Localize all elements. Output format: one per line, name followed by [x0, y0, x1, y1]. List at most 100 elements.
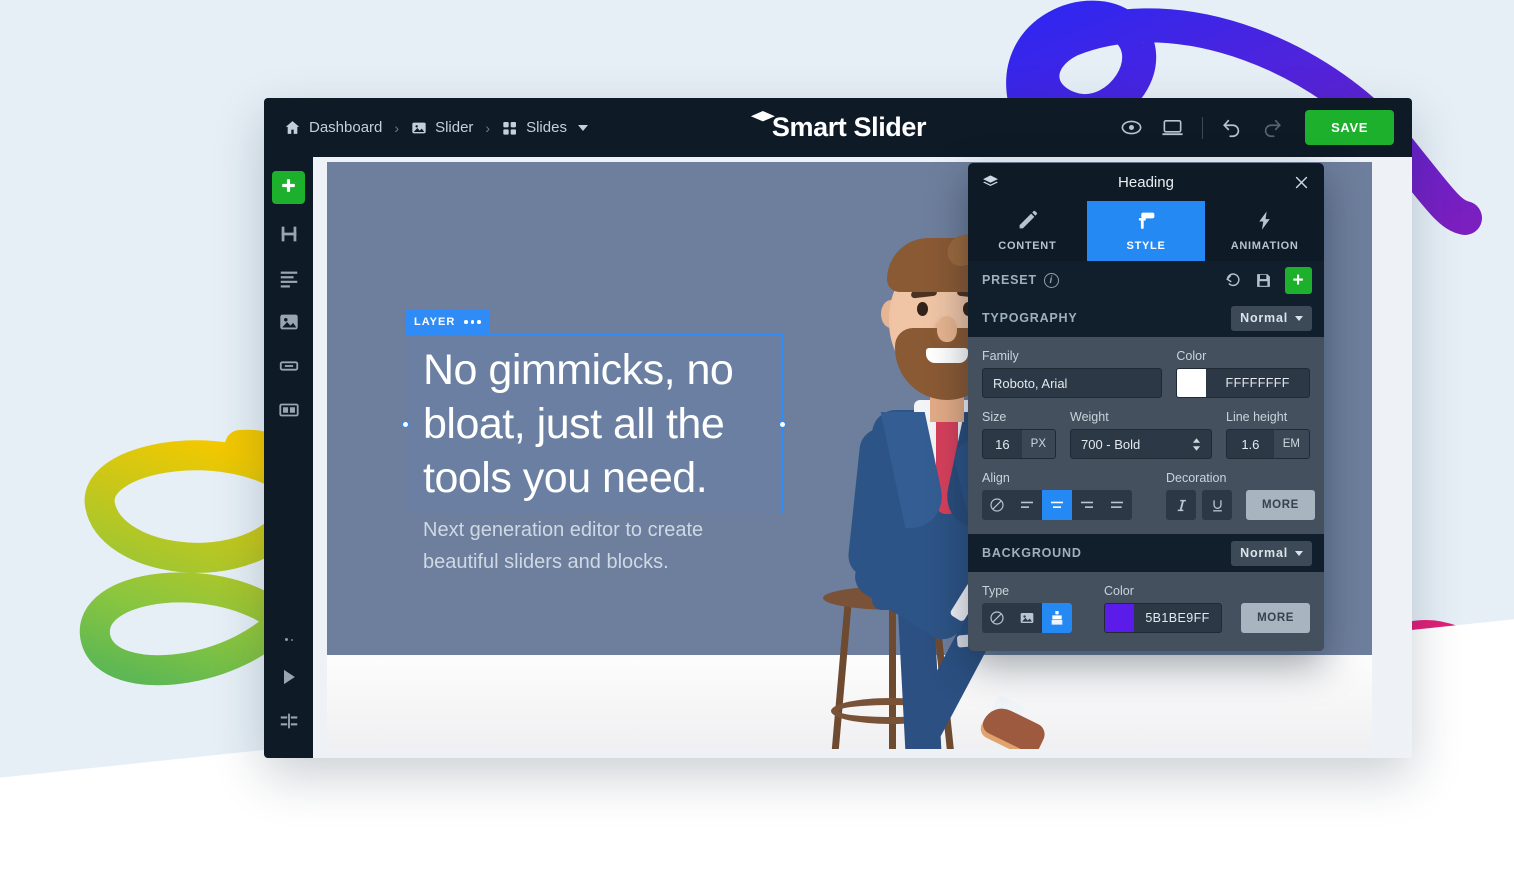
background-state-dropdown[interactable]: Normal — [1231, 540, 1312, 566]
background-type-group: Type — [982, 584, 1072, 633]
breadcrumb-item-dashboard[interactable]: Dashboard — [284, 119, 382, 136]
bg-none-button[interactable] — [982, 603, 1012, 633]
bg-color-button[interactable] — [1042, 603, 1072, 633]
background-color-input[interactable]: 5B1BE9FF — [1104, 603, 1222, 633]
play-icon — [279, 667, 299, 692]
rail-item-button-layer[interactable] — [272, 352, 305, 385]
lineheight-field-group: Line height 1.6 EM — [1226, 410, 1310, 459]
align-right-button[interactable] — [1072, 490, 1102, 520]
character-mouth — [926, 348, 968, 363]
bolt-icon — [1254, 210, 1275, 234]
family-input[interactable]: Roboto, Arial — [982, 368, 1163, 398]
layers-icon[interactable] — [982, 174, 999, 191]
add-preset-button[interactable]: + — [1285, 266, 1312, 294]
section-typography-header: TYPOGRAPHY Normal — [968, 299, 1324, 337]
tab-content[interactable]: CONTENT — [968, 201, 1087, 261]
align-justify-button[interactable] — [1102, 490, 1132, 520]
family-field-group: Family Roboto, Arial — [982, 349, 1163, 398]
columns-icon — [278, 399, 300, 426]
button-icon — [278, 355, 300, 382]
align-none-button[interactable] — [982, 490, 1012, 520]
logo-text: Smart Slider — [771, 112, 927, 142]
family-label: Family — [982, 349, 1019, 363]
rail-item-heading-layer[interactable] — [272, 220, 305, 253]
dots-icon[interactable] — [464, 320, 481, 324]
slide-subheadline[interactable]: Next generation editor to create beautif… — [423, 514, 783, 578]
resize-handle-right[interactable] — [779, 421, 786, 428]
section-background-header: BACKGROUND Normal — [968, 534, 1324, 572]
undo-icon[interactable] — [1221, 117, 1243, 139]
breadcrumb-item-slides[interactable]: Slides — [502, 119, 588, 136]
color-swatch[interactable] — [1177, 369, 1207, 397]
typography-more-button[interactable]: MORE — [1246, 490, 1315, 520]
layer-badge[interactable]: LAYER — [405, 310, 490, 334]
rail-item-row-layer[interactable] — [272, 396, 305, 429]
typography-color-input[interactable]: FFFFFFFF — [1176, 368, 1310, 398]
heading-icon — [278, 223, 300, 250]
dot — [464, 320, 468, 324]
grid-icon — [502, 120, 518, 136]
home-icon — [284, 119, 301, 136]
section-title: TYPOGRAPHY — [982, 311, 1078, 325]
slide-headline[interactable]: No gimmicks, no bloat, just all the tool… — [423, 344, 773, 505]
plus-icon — [279, 176, 298, 200]
image-icon — [278, 311, 300, 338]
rail-item-timeline[interactable] — [272, 707, 305, 740]
floppy-disk-icon[interactable] — [1255, 272, 1272, 289]
dot — [477, 320, 481, 324]
rail-item-image-layer[interactable] — [272, 308, 305, 341]
top-bar: Dashboard › Slider › Slides Smart Slider… — [264, 98, 1412, 157]
align-left-button[interactable] — [1012, 490, 1042, 520]
chevron-down-icon — [1295, 315, 1303, 321]
close-icon[interactable] — [1293, 174, 1310, 191]
breadcrumb-item-slider[interactable]: Slider — [411, 119, 473, 136]
tab-style[interactable]: STYLE — [1086, 201, 1206, 261]
section-title: BACKGROUND — [982, 546, 1082, 560]
image-icon — [411, 120, 427, 136]
weight-value: 700 - Bold — [1081, 436, 1141, 452]
breadcrumb-label: Slides — [526, 119, 567, 136]
section-background-body: Type Color 5B1BE9FF MORE — [968, 572, 1324, 651]
save-button[interactable]: SAVE — [1305, 110, 1394, 145]
tab-label: STYLE — [1126, 240, 1166, 252]
stool-leg — [824, 598, 853, 749]
breadcrumb-separator: › — [485, 119, 491, 136]
desktop-icon[interactable] — [1161, 116, 1184, 139]
info-icon[interactable]: i — [1043, 272, 1059, 288]
breadcrumb-label: Dashboard — [309, 119, 383, 136]
color-hex-value: FFFFFFFF — [1225, 376, 1290, 390]
bg-image-button[interactable] — [1012, 603, 1042, 633]
size-unit[interactable]: PX — [1021, 430, 1055, 458]
dot — [470, 320, 475, 324]
typography-color-group: Color FFFFFFFF — [1176, 349, 1310, 398]
tab-animation[interactable]: ANIMATION — [1205, 201, 1324, 261]
paint-roller-icon — [1136, 210, 1157, 234]
lineheight-input[interactable]: 1.6 EM — [1226, 429, 1310, 459]
eye-icon[interactable] — [1120, 116, 1143, 139]
chevron-down-icon — [1295, 550, 1303, 556]
color-hex-value: 5B1BE9FF — [1145, 611, 1210, 625]
rail-item-more-options[interactable] — [284, 638, 293, 641]
rail-item-play-preview[interactable] — [272, 663, 305, 696]
underline-button[interactable] — [1202, 490, 1232, 520]
size-input[interactable]: 16 PX — [982, 429, 1056, 459]
background-more-button[interactable]: MORE — [1241, 603, 1310, 633]
weight-select[interactable]: 700 - Bold — [1070, 429, 1212, 459]
section-title: PRESET — [982, 273, 1037, 287]
rail-item-add-layer[interactable] — [272, 171, 305, 204]
character-eye — [917, 302, 928, 316]
timeline-icon — [278, 710, 300, 737]
align-center-button[interactable] — [1042, 490, 1072, 520]
type-label: Type — [982, 584, 1010, 598]
reset-icon[interactable] — [1224, 271, 1242, 289]
section-typography-body: Family Roboto, Arial Color FFFFFFFF Size… — [968, 337, 1324, 534]
typography-state-dropdown[interactable]: Normal — [1231, 305, 1312, 331]
app-logo: Smart Slider — [750, 111, 927, 143]
color-swatch[interactable] — [1105, 604, 1134, 632]
rail-item-text-layer[interactable] — [272, 264, 305, 297]
state-label: Normal — [1240, 546, 1288, 560]
italic-button[interactable] — [1166, 490, 1196, 520]
resize-handle-left[interactable] — [402, 421, 409, 428]
lineheight-unit[interactable]: EM — [1273, 430, 1309, 458]
redo-icon[interactable] — [1261, 117, 1283, 139]
